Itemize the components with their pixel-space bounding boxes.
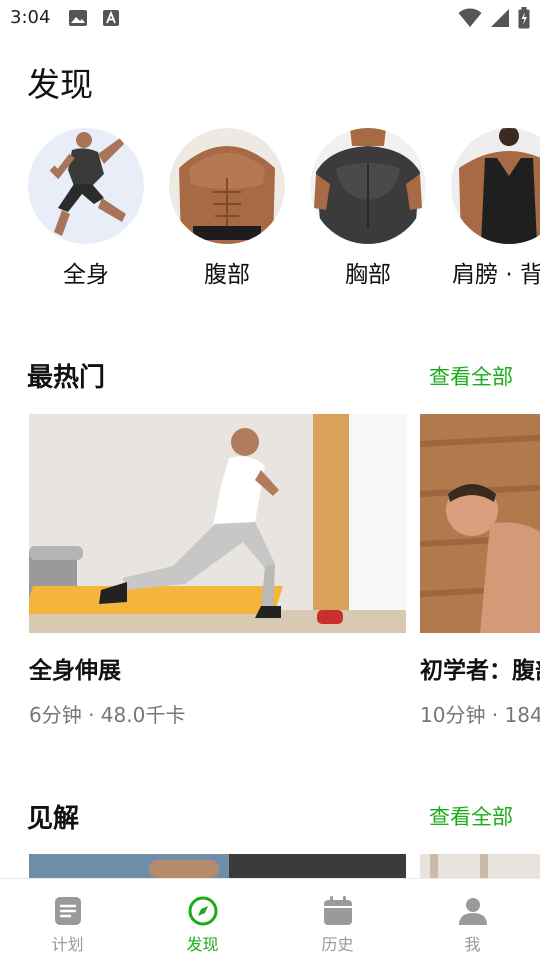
tab-discover[interactable]: 发现: [135, 879, 270, 960]
tab-label: 计划: [51, 935, 84, 954]
category-label: 腹部: [204, 262, 250, 288]
font-icon: [102, 9, 120, 31]
profile-icon: [457, 895, 489, 927]
tab-label: 我: [464, 935, 481, 954]
status-bar: 3:04: [0, 0, 540, 36]
tab-label: 历史: [321, 935, 354, 954]
workout-meta: 6分钟 · 48.0千卡: [29, 703, 186, 727]
category-thumbnail: [28, 128, 144, 244]
insights-carousel[interactable]: [0, 854, 540, 878]
workout-image: [29, 414, 406, 633]
category-thumbnail: [310, 128, 426, 244]
tab-me[interactable]: 我: [405, 879, 540, 960]
bottom-tab-bar: 计划 发现 历史 我: [0, 878, 540, 960]
insights-view-all-link[interactable]: 查看全部: [429, 801, 513, 831]
tab-label: 发现: [186, 935, 219, 954]
category-thumbnail: [451, 128, 540, 244]
workout-card[interactable]: 初学者：腹部 10分钟 · 184: [420, 414, 540, 728]
workout-image: [420, 414, 540, 633]
category-thumbnail: [169, 128, 285, 244]
category-label: 肩膀 · 背部: [452, 262, 540, 288]
signal-icon: [490, 8, 510, 32]
category-chest[interactable]: 胸部: [309, 128, 427, 292]
workout-meta: 10分钟 · 184: [420, 703, 540, 727]
insight-card-image[interactable]: [420, 854, 540, 878]
insights-section-title: 见解: [27, 804, 80, 834]
category-label: 胸部: [345, 262, 391, 288]
tab-plan[interactable]: 计划: [0, 879, 135, 960]
category-shoulder-back[interactable]: 肩膀 · 背部: [450, 128, 540, 292]
calendar-icon: [322, 895, 354, 927]
status-time: 3:04: [10, 7, 51, 28]
category-carousel[interactable]: 全身 腹部 胸部 肩膀 · 背: [0, 128, 540, 338]
category-full-body[interactable]: 全身: [27, 128, 145, 292]
wifi-icon: [458, 8, 482, 32]
category-label: 全身: [63, 262, 109, 288]
category-abs[interactable]: 腹部: [168, 128, 286, 292]
popular-view-all-link[interactable]: 查看全部: [429, 361, 513, 391]
workout-title: 全身伸展: [29, 658, 121, 684]
workout-card[interactable]: 全身伸展 6分钟 · 48.0千卡: [29, 414, 406, 728]
plan-icon: [52, 895, 84, 927]
insight-card-image[interactable]: [29, 854, 406, 878]
workout-title: 初学者：腹部: [420, 658, 540, 684]
page-title: 发现: [27, 65, 93, 104]
popular-section-title: 最热门: [27, 363, 106, 393]
tab-history[interactable]: 历史: [270, 879, 405, 960]
popular-carousel[interactable]: 全身伸展 6分钟 · 48.0千卡 初学者：腹部 10分钟 · 184: [0, 414, 540, 734]
battery-icon: [518, 7, 530, 33]
image-icon: [68, 9, 88, 31]
compass-icon: [187, 895, 219, 927]
